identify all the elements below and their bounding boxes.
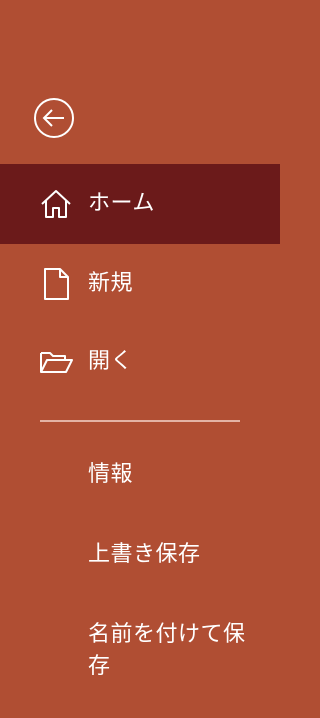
backstage-sidebar: ホーム 新規 開く 情報 上書き保存 名前を付けて保存	[0, 0, 280, 718]
back-arrow-icon	[33, 97, 75, 139]
nav-item-new[interactable]: 新規	[0, 244, 280, 324]
new-document-icon	[38, 266, 74, 302]
nav-item-open[interactable]: 開く	[0, 322, 280, 402]
nav-item-label: ホーム	[88, 191, 155, 216]
menu-item-info[interactable]: 情報	[88, 459, 258, 491]
menu-item-save[interactable]: 上書き保存	[88, 539, 258, 571]
nav-item-home[interactable]: ホーム	[0, 164, 280, 244]
nav-item-label: 新規	[88, 271, 134, 296]
home-icon	[38, 186, 74, 222]
menu-item-save-as[interactable]: 名前を付けて保存	[88, 619, 258, 683]
open-folder-icon	[38, 344, 74, 380]
divider	[40, 420, 240, 422]
back-button[interactable]	[33, 97, 75, 139]
nav-item-label: 開く	[88, 349, 134, 374]
